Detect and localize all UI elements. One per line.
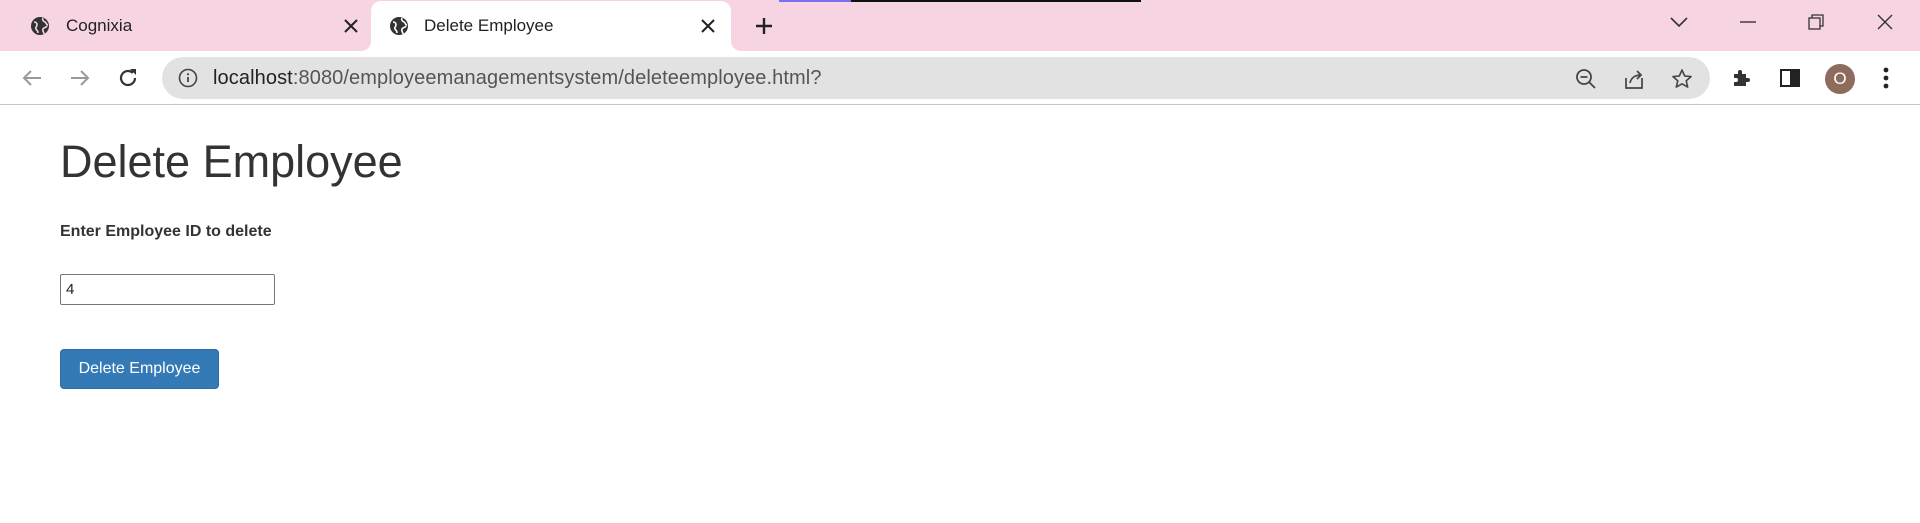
zoom-out-icon[interactable] (1573, 66, 1599, 92)
extensions-puzzle-icon[interactable] (1725, 61, 1759, 95)
close-icon[interactable] (1865, 6, 1905, 38)
close-icon[interactable] (340, 15, 362, 37)
tab-strip: Cognixia Delete Employee (0, 0, 1920, 51)
url-path: :8080/employeemanagementsystem/deleteemp… (292, 67, 822, 89)
info-icon[interactable] (178, 68, 198, 88)
plus-icon[interactable] (750, 12, 778, 40)
minimize-icon[interactable] (1728, 6, 1768, 38)
tab-delete-employee[interactable]: Delete Employee (371, 1, 731, 51)
globe-icon (389, 16, 409, 36)
url-host: localhost (213, 67, 293, 89)
close-icon[interactable] (697, 15, 719, 37)
reload-icon[interactable] (111, 61, 145, 95)
address-bar[interactable]: localhost:8080/employeemanagementsystem/… (162, 57, 1710, 99)
loading-bar (779, 0, 1141, 2)
avatar[interactable]: O (1825, 64, 1855, 94)
tab-search-chevron-icon[interactable] (1659, 6, 1699, 38)
restore-icon[interactable] (1796, 6, 1836, 38)
bookmark-star-icon[interactable] (1669, 66, 1695, 92)
more-vert-icon[interactable] (1869, 61, 1903, 95)
globe-icon (30, 16, 50, 36)
employee-id-label: Enter Employee ID to delete (60, 223, 272, 240)
browser-toolbar: localhost:8080/employeemanagementsystem/… (0, 51, 1920, 105)
delete-employee-button[interactable]: Delete Employee (60, 349, 219, 389)
employee-id-input[interactable] (60, 274, 275, 305)
page-title: Delete Employee (60, 136, 403, 187)
tab-cognixia[interactable]: Cognixia (14, 0, 370, 51)
tab-title: Cognixia (66, 15, 133, 35)
forward-arrow-icon[interactable] (63, 61, 97, 95)
page-content: Delete Employee Enter Employee ID to del… (0, 106, 1920, 523)
back-arrow-icon[interactable] (15, 61, 49, 95)
url-text: localhost:8080/employeemanagementsystem/… (213, 67, 822, 90)
tab-title: Delete Employee (424, 16, 554, 35)
share-icon[interactable] (1621, 66, 1647, 92)
side-panel-icon[interactable] (1773, 61, 1807, 95)
